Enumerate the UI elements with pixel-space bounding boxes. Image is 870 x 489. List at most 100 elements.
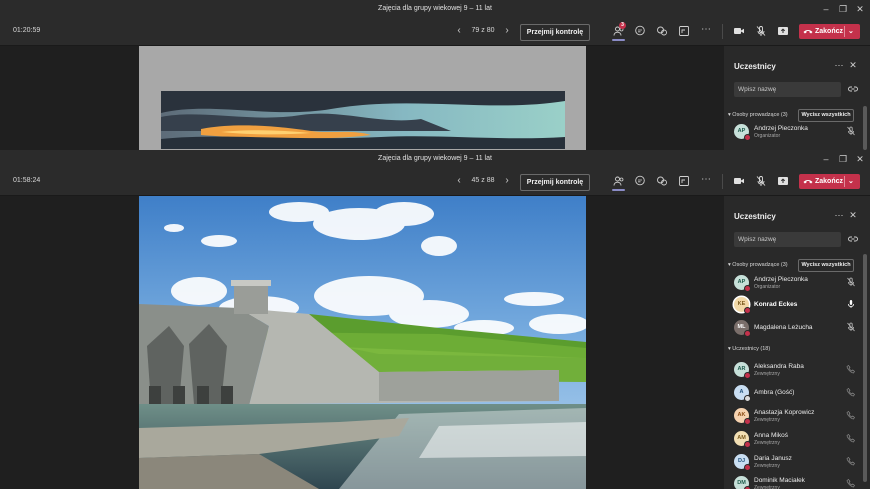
more-options-icon[interactable]: ⋯ <box>833 60 845 71</box>
presence-indicator <box>744 285 751 292</box>
presence-indicator <box>744 441 751 448</box>
shared-content-stage <box>0 46 724 150</box>
mute-all-button[interactable]: Wycisz wszystkich <box>798 109 854 122</box>
presenters-heading[interactable]: ▾ Osoby prowadzące (3) <box>728 262 788 268</box>
close-panel-icon[interactable]: ✕ <box>847 210 859 221</box>
chevron-down-icon[interactable]: ⌄ <box>848 174 854 189</box>
more-options-icon[interactable]: ⋯ <box>833 210 845 221</box>
presence-indicator <box>744 307 751 314</box>
microphone-off-icon <box>847 277 855 287</box>
panel-title: Uczestnicy <box>734 212 776 221</box>
mute-all-button[interactable]: Wycisz wszystkich <box>798 259 854 272</box>
breakout-rooms-icon[interactable] <box>678 25 690 37</box>
presence-indicator <box>744 418 751 425</box>
take-control-button[interactable]: Przejmij kontrolę <box>520 174 590 191</box>
previous-slide-icon[interactable]: ‹ <box>454 24 464 38</box>
participant-row[interactable]: KE Konrad Eckes <box>734 297 859 319</box>
participant-name: Konrad Eckes <box>754 301 798 308</box>
meeting-timer: 01:58:24 <box>13 177 41 184</box>
breakout-rooms-icon[interactable] <box>678 175 690 187</box>
close-panel-icon[interactable]: ✕ <box>847 60 859 71</box>
share-link-icon[interactable] <box>848 84 858 94</box>
chat-icon[interactable] <box>634 25 646 37</box>
phone-icon <box>846 479 855 488</box>
presenters-heading[interactable]: ▾ Osoby prowadzące (3) <box>728 112 788 118</box>
participant-row[interactable]: AR Aleksandra Raba Zewnętrzny <box>734 362 859 384</box>
more-options-icon[interactable]: ⋯ <box>700 25 712 37</box>
meeting-window-front: Zajęcia dla grupy wiekowej 9 – 11 lat – … <box>0 150 870 489</box>
minimize-icon[interactable]: – <box>820 153 832 165</box>
share-screen-icon[interactable] <box>777 25 789 37</box>
panel-title: Uczestnicy <box>734 62 776 71</box>
restore-icon[interactable]: ❐ <box>837 3 849 15</box>
restore-icon[interactable]: ❐ <box>837 153 849 165</box>
participant-row[interactable]: A Ambra (Gość) <box>734 385 859 407</box>
next-slide-icon[interactable]: › <box>502 24 512 38</box>
search-input[interactable]: Wpisz nazwę <box>734 232 841 247</box>
share-screen-icon[interactable] <box>777 175 789 187</box>
shared-content-stage <box>0 196 724 489</box>
title-bar: Zajęcia dla grupy wiekowej 9 – 11 lat – … <box>0 150 870 168</box>
microphone-off-icon <box>847 126 855 136</box>
hang-up-icon <box>803 30 813 34</box>
previous-slide-icon[interactable]: ‹ <box>454 174 464 188</box>
chevron-down-icon[interactable]: ⌄ <box>848 24 854 39</box>
phone-icon <box>846 434 855 443</box>
hang-up-icon <box>803 180 813 184</box>
participant-name: Andrzej Pieczonka <box>754 125 808 132</box>
participant-row[interactable]: DJ Daria Janusz Zewnętrzny <box>734 454 859 476</box>
participants-icon[interactable] <box>613 175 625 187</box>
close-icon[interactable]: ✕ <box>854 153 866 165</box>
search-input[interactable]: Wpisz nazwę <box>734 82 841 97</box>
panel-scrollbar[interactable] <box>863 254 867 482</box>
participant-name: Ambra (Gość) <box>754 389 795 396</box>
participant-row[interactable]: DM Dominik Maciałek Zewnętrzny <box>734 476 859 489</box>
participant-name: Dominik Maciałek <box>754 477 805 484</box>
participant-role: Organizator <box>754 133 781 139</box>
participant-role: Zewnętrzny <box>754 440 780 446</box>
participants-badge: 3 <box>619 22 626 29</box>
participant-row[interactable]: AP Andrzej Pieczonka Organizator <box>734 275 859 297</box>
phone-icon <box>846 457 855 466</box>
meeting-toolbar: 01:58:24 ‹ 45 z 88 › Przejmij kontrolę ⋯ <box>0 168 870 196</box>
participant-role: Zewnętrzny <box>754 417 780 423</box>
chat-icon[interactable] <box>634 175 646 187</box>
next-slide-icon[interactable]: › <box>502 174 512 188</box>
slide-image-dam <box>139 196 586 489</box>
microphone-off-icon[interactable] <box>755 175 767 187</box>
participant-row[interactable]: ML Magdalena Leżucha <box>734 320 859 342</box>
reactions-icon[interactable] <box>656 25 668 37</box>
toolbar-divider <box>722 174 723 189</box>
end-meeting-label: Zakończ <box>815 28 844 35</box>
participant-row[interactable]: AM Anna Mikoś Zewnętrzny <box>734 431 859 453</box>
meeting-timer: 01:20:59 <box>13 27 41 34</box>
slide-canvas <box>139 46 586 150</box>
share-link-icon[interactable] <box>848 234 858 244</box>
end-meeting-label: Zakończ <box>815 178 844 185</box>
presence-indicator <box>744 134 751 141</box>
reactions-icon[interactable] <box>656 175 668 187</box>
end-meeting-button[interactable]: Zakończ ⌄ <box>799 174 860 189</box>
panel-scrollbar[interactable] <box>863 106 867 150</box>
close-icon[interactable]: ✕ <box>854 3 866 15</box>
microphone-off-icon[interactable] <box>755 25 767 37</box>
camera-off-icon[interactable] <box>733 175 745 187</box>
end-meeting-button[interactable]: Zakończ ⌄ <box>799 24 860 39</box>
take-control-button[interactable]: Przejmij kontrolę <box>520 24 590 41</box>
phone-icon <box>846 411 855 420</box>
attendees-heading[interactable]: ▾ Uczestnicy (18) <box>728 346 770 352</box>
participant-row[interactable]: AK Anastazja Koprowicz Zewnętrzny <box>734 408 859 430</box>
title-bar: Zajęcia dla grupy wiekowej 9 – 11 lat – … <box>0 0 870 18</box>
window-title: Zajęcia dla grupy wiekowej 9 – 11 lat <box>378 155 492 162</box>
camera-off-icon[interactable] <box>733 25 745 37</box>
participant-row[interactable]: AP Andrzej Pieczonka Organizator <box>734 124 859 146</box>
active-indicator <box>612 39 625 41</box>
presence-indicator <box>744 372 751 379</box>
participant-role: Organizator <box>754 284 781 290</box>
participant-role: Zewnętrzny <box>754 463 780 469</box>
minimize-icon[interactable]: – <box>820 3 832 15</box>
active-indicator <box>612 189 625 191</box>
presence-indicator <box>744 330 751 337</box>
more-options-icon[interactable]: ⋯ <box>700 175 712 187</box>
participant-name: Daria Janusz <box>754 455 792 462</box>
